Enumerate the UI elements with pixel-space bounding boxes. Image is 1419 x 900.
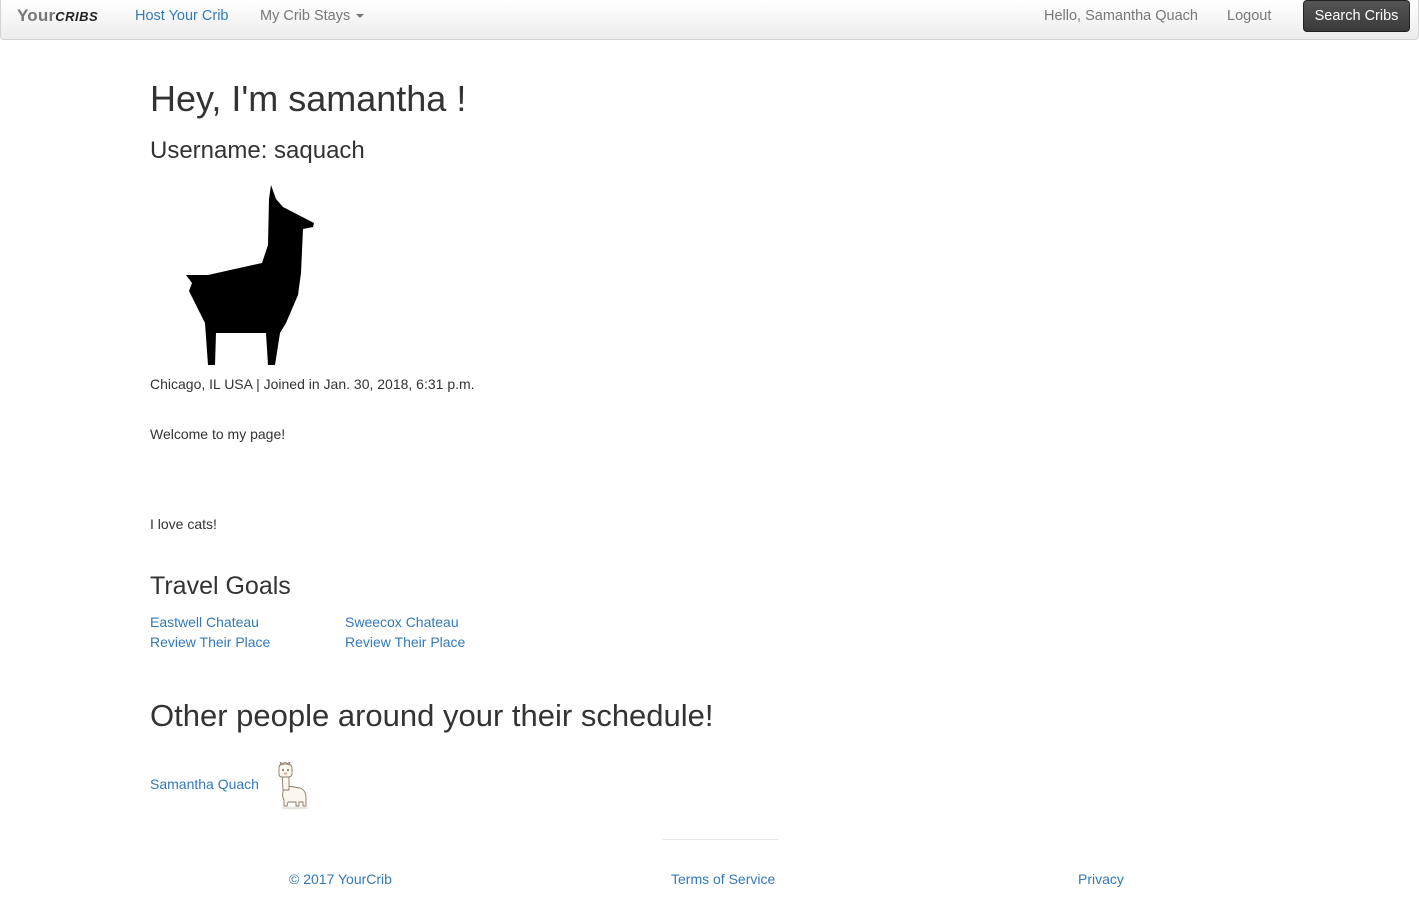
travel-goal-place-link[interactable]: Sweecox Chateau	[345, 612, 465, 632]
bio-line-cats: I love cats!	[150, 516, 217, 532]
my-crib-stays-label: My Crib Stays	[260, 8, 351, 24]
page-title: Hey, I'm samantha !	[150, 78, 467, 119]
location-joined-info: Chicago, IL USA | Joined in Jan. 30, 201…	[150, 376, 475, 392]
travel-goal-card: Eastwell Chateau Review Their Place	[150, 612, 270, 652]
user-greeting-link[interactable]: Hello, Samantha Quach	[1044, 8, 1198, 24]
brand-prefix: Your	[17, 6, 56, 25]
logout-link[interactable]: Logout	[1227, 8, 1271, 24]
other-people-heading: Other people around your their schedule!	[150, 698, 714, 733]
host-your-crib-link[interactable]: Host Your Crib	[135, 8, 229, 24]
chevron-down-icon	[356, 14, 365, 19]
top-navbar: YourCRIBS Host Your Crib My Crib Stays H…	[0, 0, 1419, 40]
review-place-link[interactable]: Review Their Place	[345, 632, 465, 652]
brand-suffix: CRIBS	[55, 9, 99, 24]
travel-goals-heading: Travel Goals	[150, 572, 291, 600]
review-place-link[interactable]: Review Their Place	[150, 632, 270, 652]
llama-silhouette-icon	[186, 185, 314, 365]
footer-divider	[663, 839, 778, 840]
alpaca-cartoon-icon[interactable]	[274, 762, 312, 810]
copyright-link[interactable]: © 2017 YourCrib	[289, 871, 392, 887]
brand-logo[interactable]: YourCRIBS	[17, 6, 98, 26]
person-name-link[interactable]: Samantha Quach	[150, 776, 259, 792]
bio-line-welcome: Welcome to my page!	[150, 426, 286, 442]
username-heading: Username: saquach	[150, 137, 365, 164]
privacy-link[interactable]: Privacy	[1078, 871, 1124, 887]
terms-of-service-link[interactable]: Terms of Service	[671, 871, 775, 887]
travel-goal-card: Sweecox Chateau Review Their Place	[345, 612, 465, 652]
search-cribs-button[interactable]: Search Cribs	[1303, 0, 1410, 32]
my-crib-stays-dropdown[interactable]: My Crib Stays	[260, 8, 365, 24]
travel-goal-place-link[interactable]: Eastwell Chateau	[150, 612, 270, 632]
